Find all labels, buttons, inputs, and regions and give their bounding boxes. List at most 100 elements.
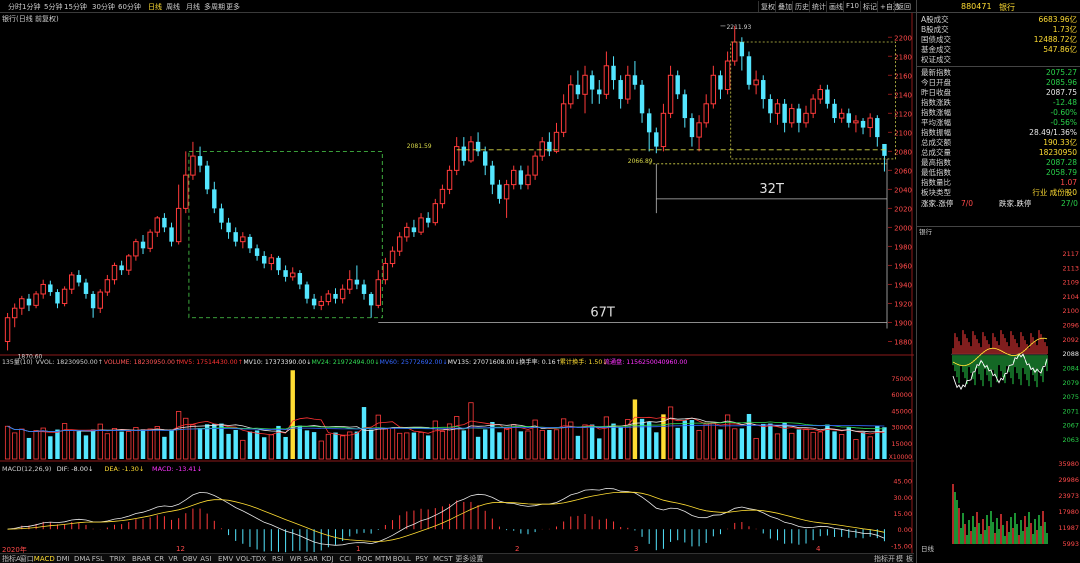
tab-right-2[interactable]: 板 <box>906 554 913 563</box>
indicator-tab-17[interactable]: KDJ <box>322 554 334 563</box>
quote-panel: 880471 银行 A股成交 6683.96亿 B股成交 1.73亿 国债成交 12488… <box>916 0 1080 563</box>
tab-right-1[interactable]: 模 <box>896 554 903 563</box>
turnover-row-2-value: 12488.72亿 <box>1033 35 1077 44</box>
indicator-tab-20[interactable]: MTM <box>375 554 391 563</box>
volume-bar <box>297 425 303 459</box>
stat-row-11-label: 指数量比 <box>921 178 951 187</box>
date-label-3: 2 <box>515 545 520 553</box>
sector-type-value[interactable]: 行业 成份股0 <box>1032 188 1077 198</box>
indicator-tab-22[interactable]: PSY <box>415 554 428 563</box>
period-0[interactable]: 分时 <box>8 2 22 12</box>
price-axis-label: 2200 <box>894 34 912 42</box>
volume-bar <box>147 428 153 460</box>
volume-bar <box>40 427 46 460</box>
indicator-tab-9[interactable]: VR <box>168 554 178 563</box>
chart-svg[interactable]: 银行(日线 前复权)220021802160214021202100208020… <box>0 13 914 553</box>
candle-body <box>532 155 538 176</box>
period-7[interactable]: 周线 <box>166 2 180 12</box>
tab-right-0[interactable]: 指标开 <box>874 554 895 563</box>
period-4[interactable]: 30分钟 <box>92 2 115 12</box>
indicator-tab-0[interactable]: 指标A <box>2 554 21 563</box>
volume-bar <box>311 432 317 459</box>
period-8[interactable]: 月线 <box>186 2 200 12</box>
stat-row-9: 最高指数 2087.28 <box>921 158 1077 168</box>
indicator-tab-6[interactable]: TRIX <box>110 554 126 563</box>
indicator-tab-24[interactable]: 更多 <box>455 554 469 563</box>
candle-body <box>761 80 766 100</box>
indicator-tab-13[interactable]: VOL-TDX <box>236 554 266 563</box>
indicator-tab-4[interactable]: DMA <box>74 554 90 563</box>
turnover-row-2-label: 国债成交 <box>921 35 951 44</box>
candle-body <box>553 131 560 152</box>
volume-bar <box>511 424 517 460</box>
volume-bar <box>212 423 217 459</box>
mini-vol-axis-label: 17980 <box>1058 508 1079 516</box>
index-name: 银行 <box>999 3 1015 12</box>
main-chart-area[interactable]: 银行(日线 前复权) 2200 2180 2160 2140 2120 2100 2080 20… <box>0 13 914 553</box>
price-axis-label: 2060 <box>894 167 912 175</box>
volume-bar <box>418 431 424 460</box>
volume-header-8: 换手率: 0.16↑ <box>519 358 561 366</box>
date-label-4: 3 <box>634 545 639 553</box>
period-3[interactable]: 15分钟 <box>64 2 87 12</box>
volume-bar <box>575 435 581 459</box>
stat-row-7-label: 总成交额 <box>921 138 951 147</box>
indicator-tab-18[interactable]: CCI <box>339 554 351 563</box>
candle-body <box>597 89 602 95</box>
stat-row-5: 平均涨幅 -0.56% <box>921 118 1077 128</box>
period-2[interactable]: 5分钟 <box>44 2 62 12</box>
indicator-tab-8[interactable]: CR <box>154 554 164 563</box>
indicator-tab-12[interactable]: EMV <box>218 554 233 563</box>
indicator-tab-15[interactable]: WR <box>290 554 302 563</box>
period-10[interactable]: 更多 <box>226 2 240 12</box>
mini-axis-label: 2113 <box>1062 264 1079 272</box>
turnover-row-4: 权证成交 <box>921 55 1077 65</box>
candle-body <box>69 274 75 290</box>
period-9[interactable]: 多周期 <box>204 2 225 12</box>
candle-body <box>718 75 723 90</box>
volume-bar <box>853 439 859 460</box>
volume-bar <box>768 423 773 459</box>
mini-axis-label: 2075 <box>1062 393 1079 401</box>
candle-body <box>4 317 11 342</box>
stat-row-2: 昨日收盘 2087.75 <box>921 88 1077 98</box>
indicator-tab-10[interactable]: OBV <box>182 554 197 563</box>
indicator-tab-23[interactable]: MCST <box>433 554 453 563</box>
period-6[interactable]: 日线 <box>148 2 162 12</box>
period-5[interactable]: 60分钟 <box>118 2 141 12</box>
candle-body <box>667 74 674 114</box>
indicator-tab-7[interactable]: BRAR <box>132 554 151 563</box>
indicator-tab-16[interactable]: SAR <box>304 554 318 563</box>
mini-vol-axis-label: 29986 <box>1058 476 1079 484</box>
candle-body <box>774 103 781 114</box>
candle-body <box>768 99 773 114</box>
macd-header-0: MACD(12,26,9) <box>2 465 51 473</box>
candle-body <box>290 272 296 278</box>
indicator-tab-11[interactable]: ASI <box>200 554 211 563</box>
volume-bar <box>389 427 396 460</box>
indicator-tab-19[interactable]: ROC <box>357 554 372 563</box>
intraday-mini-chart[interactable]: 银行 2117 2113 2109 2104 2100 2096 2092 2088 2084 20… <box>917 226 1080 553</box>
toolbar-button-5[interactable]: F10 <box>843 1 861 12</box>
toolbar-button-8[interactable]: 返回 <box>894 1 913 12</box>
period-1[interactable]: 1分钟 <box>22 2 40 12</box>
candle-body <box>560 103 567 133</box>
indicator-tab-2[interactable]: MACD <box>34 554 55 563</box>
candle-body <box>490 165 495 185</box>
candle-body <box>48 284 53 293</box>
indicator-tab-3[interactable]: DMI <box>56 554 70 563</box>
volume-bar <box>55 429 60 459</box>
stat-row-7-value: 190.33亿 <box>1043 138 1077 147</box>
volume-bar <box>26 437 32 459</box>
candle-body <box>482 151 488 166</box>
volume-header-3: MV5: 17514430.00↑ <box>179 359 243 366</box>
indicator-tab-14[interactable]: RSI <box>272 554 283 563</box>
indicator-tab-1[interactable]: 窗口 <box>20 554 34 563</box>
indicator-tab-21[interactable]: BOLL <box>393 554 411 563</box>
volume-bar <box>133 427 139 460</box>
volume-bar <box>689 420 695 459</box>
indicator-tab-25[interactable]: 设置 <box>469 554 483 563</box>
stat-row-11: 指数量比 1.07 <box>921 178 1077 188</box>
candle-body <box>796 108 802 123</box>
indicator-tab-5[interactable]: FSL <box>92 554 104 563</box>
